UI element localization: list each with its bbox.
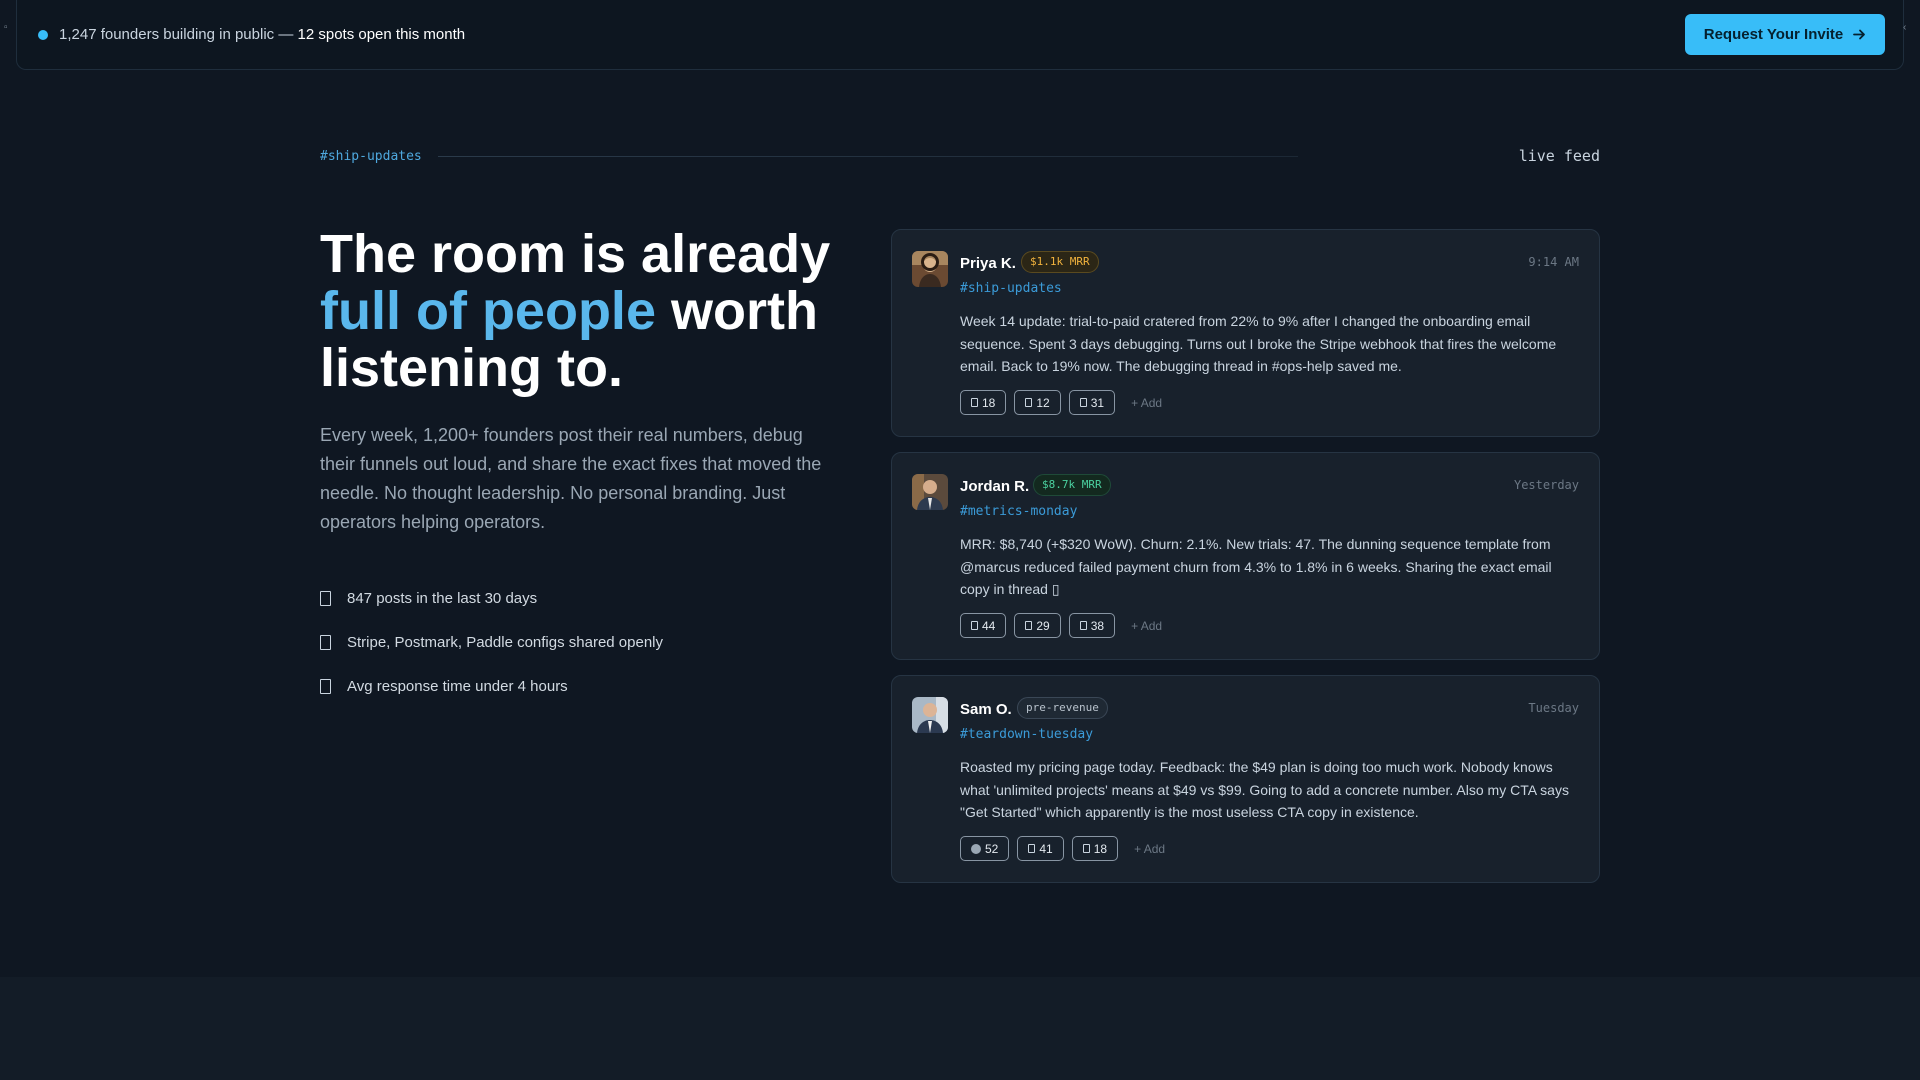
post-author[interactable]: Priya K. xyxy=(960,255,1016,272)
reaction-count: 18 xyxy=(1093,841,1108,856)
request-invite-button[interactable]: Request Your Invite xyxy=(1685,14,1885,55)
hero-title-accent: full of people xyxy=(320,281,656,341)
avatar xyxy=(912,251,948,287)
live-feed: Priya K. $1.1k MRR #ship-updates 9:14 AM… xyxy=(891,229,1600,898)
reaction-button[interactable]: 52 xyxy=(960,836,1010,861)
reaction-button[interactable]: 38 xyxy=(1068,613,1116,638)
post-time: Yesterday xyxy=(1513,478,1579,492)
reaction-count: 41 xyxy=(1039,841,1053,856)
feed-post: Sam O. pre-revenue #teardown-tuesday Tue… xyxy=(891,675,1600,883)
hero-subtitle: Every week, 1,200+ founders post their r… xyxy=(320,425,822,532)
mrr-badge: $1.1k MRR xyxy=(1021,251,1099,273)
next-section-band xyxy=(0,977,1920,1080)
stat-item: Stripe, Postmark, Paddle configs shared … xyxy=(320,620,663,664)
emoji-icon xyxy=(971,398,978,407)
reaction-button[interactable]: 18 xyxy=(1071,836,1119,861)
section-channel-label: #ship-updates xyxy=(320,149,422,164)
reaction-bar: 18 12 31 + Add xyxy=(960,390,1162,415)
stat-text: 847 posts in the last 30 days xyxy=(347,589,538,607)
mrr-badge: $8.7k MRR xyxy=(1033,474,1111,496)
reaction-button[interactable]: 18 xyxy=(960,390,1007,415)
emoji-icon xyxy=(1079,398,1087,407)
live-feed-label: live feed xyxy=(1518,147,1600,165)
top-banner: 1,247 founders building in public — 12 s… xyxy=(16,0,1904,70)
stat-text: Stripe, Postmark, Paddle configs shared … xyxy=(347,633,664,651)
bullet-square-icon xyxy=(320,678,331,694)
post-body: MRR: $8,740 (+$320 WoW). Churn: 2.1%. Ne… xyxy=(960,536,1552,597)
live-dot-icon xyxy=(38,30,48,40)
reaction-bar: 52 41 18 + Add xyxy=(960,836,1165,861)
reaction-button[interactable]: 12 xyxy=(1014,390,1061,415)
hero-title-line1: The room is already xyxy=(320,224,831,284)
avatar xyxy=(912,697,948,733)
spots-open-text: 12 spots open this month xyxy=(297,26,466,43)
stats-list: 847 posts in the last 30 days Stripe, Po… xyxy=(320,576,663,708)
reaction-count: 31 xyxy=(1090,395,1105,410)
avatar xyxy=(912,474,948,510)
emoji-icon xyxy=(971,621,978,630)
add-reaction-button[interactable]: + Add xyxy=(1131,396,1162,410)
founders-count-text: 1,247 founders building in public — xyxy=(59,26,294,43)
emoji-icon xyxy=(1028,844,1036,853)
post-author[interactable]: Sam O. xyxy=(960,701,1012,718)
emoji-icon xyxy=(1025,621,1033,630)
post-body: Roasted my pricing page today. Feedback:… xyxy=(960,759,1569,820)
emoji-icon xyxy=(1025,398,1033,407)
feed-post: Jordan R. $8.7k MRR #metrics-monday Yest… xyxy=(891,452,1600,660)
bullet-square-icon xyxy=(320,590,331,606)
add-reaction-button[interactable]: + Add xyxy=(1131,619,1162,633)
stage-badge: pre-revenue xyxy=(1017,697,1108,719)
reaction-count: 38 xyxy=(1090,618,1105,633)
reaction-bar: 44 29 38 + Add xyxy=(960,613,1162,638)
bullet-square-icon xyxy=(320,634,331,650)
arrow-right-icon xyxy=(1853,29,1866,40)
emoji-icon xyxy=(1079,621,1087,630)
reaction-count: 12 xyxy=(1036,395,1050,410)
stat-text: Avg response time under 4 hours xyxy=(347,677,568,695)
emoji-icon xyxy=(971,843,981,854)
reaction-count: 44 xyxy=(982,618,996,633)
post-time: Tuesday xyxy=(1528,701,1579,715)
hero-title: The room is already full of people worth… xyxy=(320,226,880,397)
request-invite-label: Request Your Invite xyxy=(1703,26,1844,43)
emoji-icon xyxy=(1082,844,1090,853)
banner-text: 1,247 founders building in public — 12 s… xyxy=(59,26,465,43)
feed-post: Priya K. $1.1k MRR #ship-updates 9:14 AM… xyxy=(891,229,1600,437)
post-body: Week 14 update: trial-to-paid cratered f… xyxy=(960,313,1557,374)
stat-item: Avg response time under 4 hours xyxy=(320,664,663,708)
reaction-button[interactable]: 29 xyxy=(1014,613,1061,638)
stat-item: 847 posts in the last 30 days xyxy=(320,576,663,620)
left-edge-icon: ▫ xyxy=(4,22,8,33)
reaction-button[interactable]: 31 xyxy=(1068,390,1116,415)
reaction-button[interactable]: 41 xyxy=(1017,836,1064,861)
chevron-left-icon[interactable]: ‹ xyxy=(1903,22,1906,33)
post-channel[interactable]: #metrics-monday xyxy=(960,504,1077,519)
post-author[interactable]: Jordan R. xyxy=(960,478,1029,495)
add-reaction-button[interactable]: + Add xyxy=(1134,842,1165,856)
reaction-button[interactable]: 44 xyxy=(960,613,1007,638)
post-time: 9:14 AM xyxy=(1528,255,1579,269)
reaction-count: 29 xyxy=(1036,618,1050,633)
post-channel[interactable]: #teardown-tuesday xyxy=(960,727,1093,742)
reaction-count: 52 xyxy=(985,841,999,856)
reaction-count: 18 xyxy=(982,395,996,410)
section-divider xyxy=(438,156,1298,157)
post-channel[interactable]: #ship-updates xyxy=(960,281,1062,296)
